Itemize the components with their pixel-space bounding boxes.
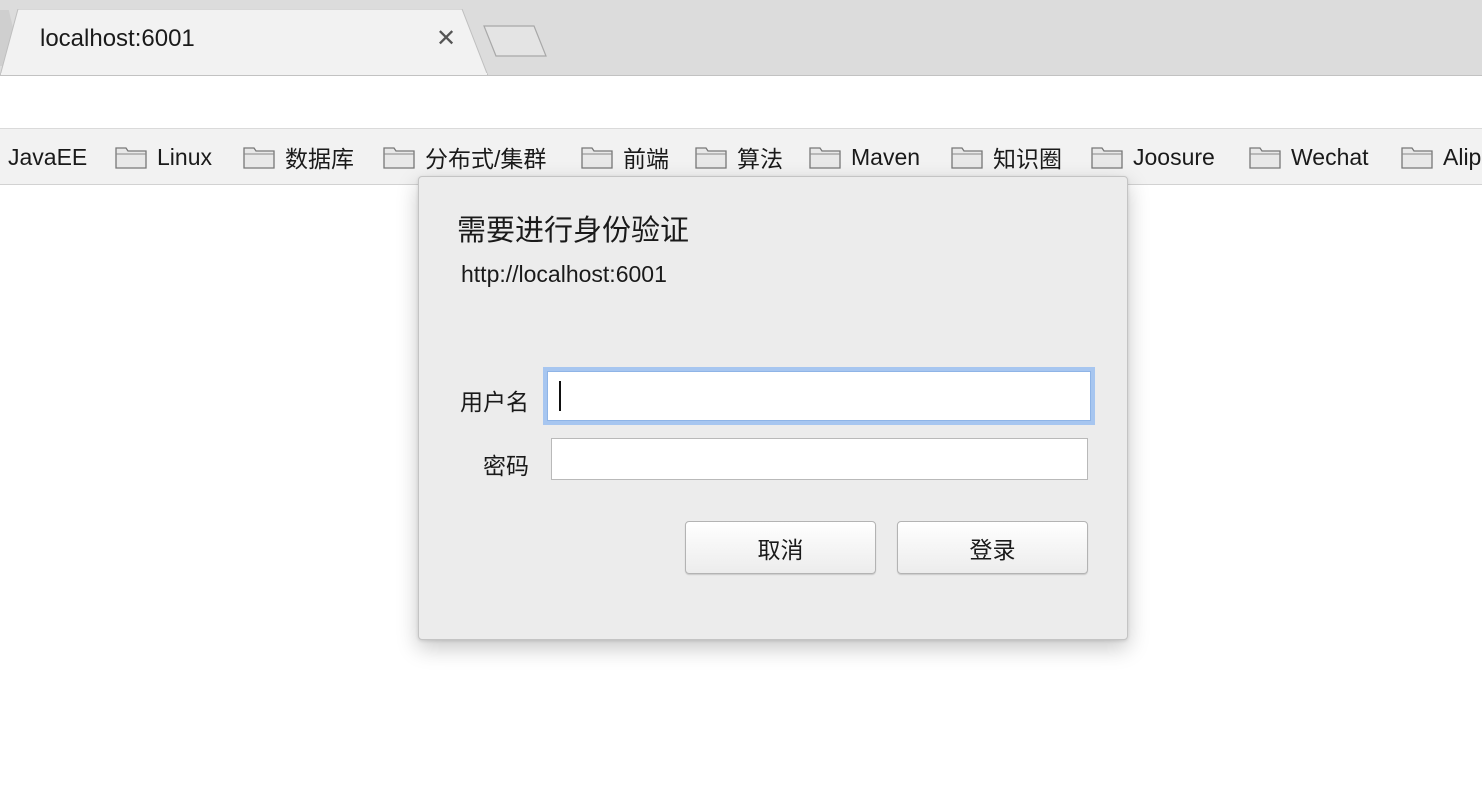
bookmark-linux[interactable]: Linux [115,129,212,184]
bookmark-label: Wechat [1291,143,1369,170]
bookmark-label: 分布式/集群 [425,146,547,172]
folder-icon [695,147,727,169]
tab-strip: localhost:6001 ✕ [0,0,1482,76]
close-icon[interactable]: ✕ [433,25,459,52]
username-label: 用户名 [460,389,529,415]
folder-icon [115,147,147,169]
auth-dialog: 需要进行身份验证 http://localhost:6001 用户名 密码 取消… [418,176,1128,640]
text-caret [559,381,561,411]
bookmark-label: 前端 [623,146,669,172]
bookmark-label: 算法 [737,146,783,172]
new-tab-icon[interactable] [482,24,548,58]
bookmark-label: Joosure [1133,143,1215,170]
folder-icon [243,147,275,169]
folder-icon [581,147,613,169]
folder-icon [383,147,415,169]
dialog-origin-url: http://localhost:6001 [461,261,667,287]
bookmark-label: Linux [157,143,212,170]
dialog-title: 需要进行身份验证 [457,215,690,247]
bookmark-javaee[interactable]: JavaEE [8,129,88,184]
password-input[interactable] [551,438,1088,480]
password-label: 密码 [483,453,529,479]
username-input[interactable] [547,371,1091,421]
tab-title: localhost:6001 [40,25,195,52]
folder-icon [809,147,841,169]
tab-localhost[interactable]: localhost:6001 ✕ [0,9,490,76]
bookmark-label: Alip [1443,143,1482,170]
bookmark-label: 数据库 [285,146,354,172]
folder-icon [1401,147,1433,169]
login-button[interactable]: 登录 [897,521,1088,574]
folder-icon [1091,147,1123,169]
folder-icon [951,147,983,169]
bookmark-label: Maven [851,143,921,170]
browser-toolbar [0,76,1482,128]
bookmark-wechat[interactable]: Wechat [1249,129,1369,184]
bookmark-label: 知识圈 [993,146,1062,172]
bookmark-alipay[interactable]: Alip [1401,129,1482,184]
cancel-button[interactable]: 取消 [685,521,876,574]
bookmark-label: JavaEE [8,143,88,170]
folder-icon [1249,147,1281,169]
bookmark-database[interactable]: 数据库 [243,129,354,184]
